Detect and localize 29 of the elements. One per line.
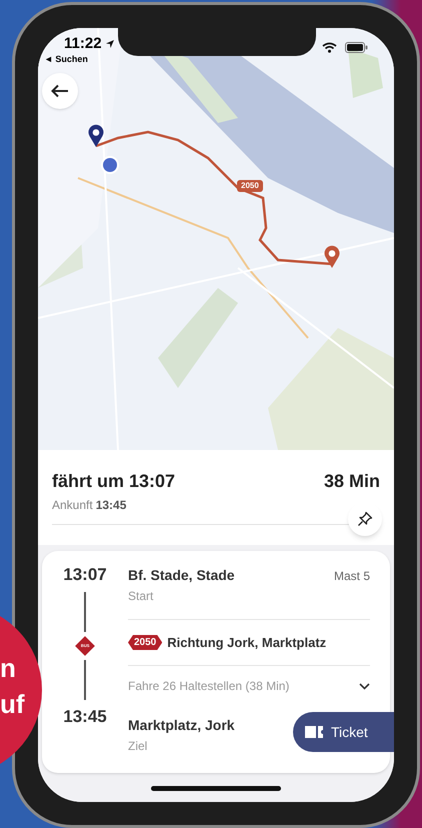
ticket-button[interactable]: Ticket bbox=[293, 712, 394, 752]
stop-name: Bf. Stade, Stade bbox=[128, 566, 235, 585]
arrival-label: Ankunft bbox=[52, 497, 93, 514]
platform-label: Mast 5 bbox=[334, 568, 370, 585]
location-dot-icon bbox=[100, 155, 120, 175]
stop-role: Start bbox=[128, 588, 154, 605]
ticket-icon bbox=[305, 726, 323, 738]
route-label: 2050 bbox=[237, 180, 263, 192]
destination-pin-icon bbox=[323, 245, 341, 269]
start-time: 13:07 bbox=[63, 564, 107, 586]
pin-button[interactable] bbox=[348, 502, 382, 536]
back-link[interactable]: ◄ Suchen bbox=[44, 53, 88, 66]
arrival-time: 13:45 bbox=[63, 706, 107, 728]
pushpin-icon bbox=[357, 511, 373, 527]
direction-text: Richtung Jork, Marktplatz bbox=[167, 634, 326, 652]
stop-name: Marktplatz, Jork bbox=[128, 716, 235, 735]
wifi-icon bbox=[322, 42, 337, 53]
trip-duration: 38 Min bbox=[324, 470, 380, 493]
departure-time: fährt um 13:07 bbox=[52, 470, 176, 493]
start-pin-icon bbox=[87, 124, 105, 148]
arrival-time: 13:45 bbox=[96, 497, 126, 514]
status-time: 11:22 bbox=[64, 34, 102, 54]
location-arrow-icon bbox=[104, 39, 115, 50]
promo-text: n bbox=[0, 652, 17, 685]
battery-icon bbox=[345, 42, 368, 53]
promo-text: uf bbox=[0, 688, 25, 721]
back-arrow-icon bbox=[51, 84, 69, 98]
line-badge: 2050 bbox=[128, 635, 162, 650]
stop-role: Ziel bbox=[128, 738, 148, 755]
